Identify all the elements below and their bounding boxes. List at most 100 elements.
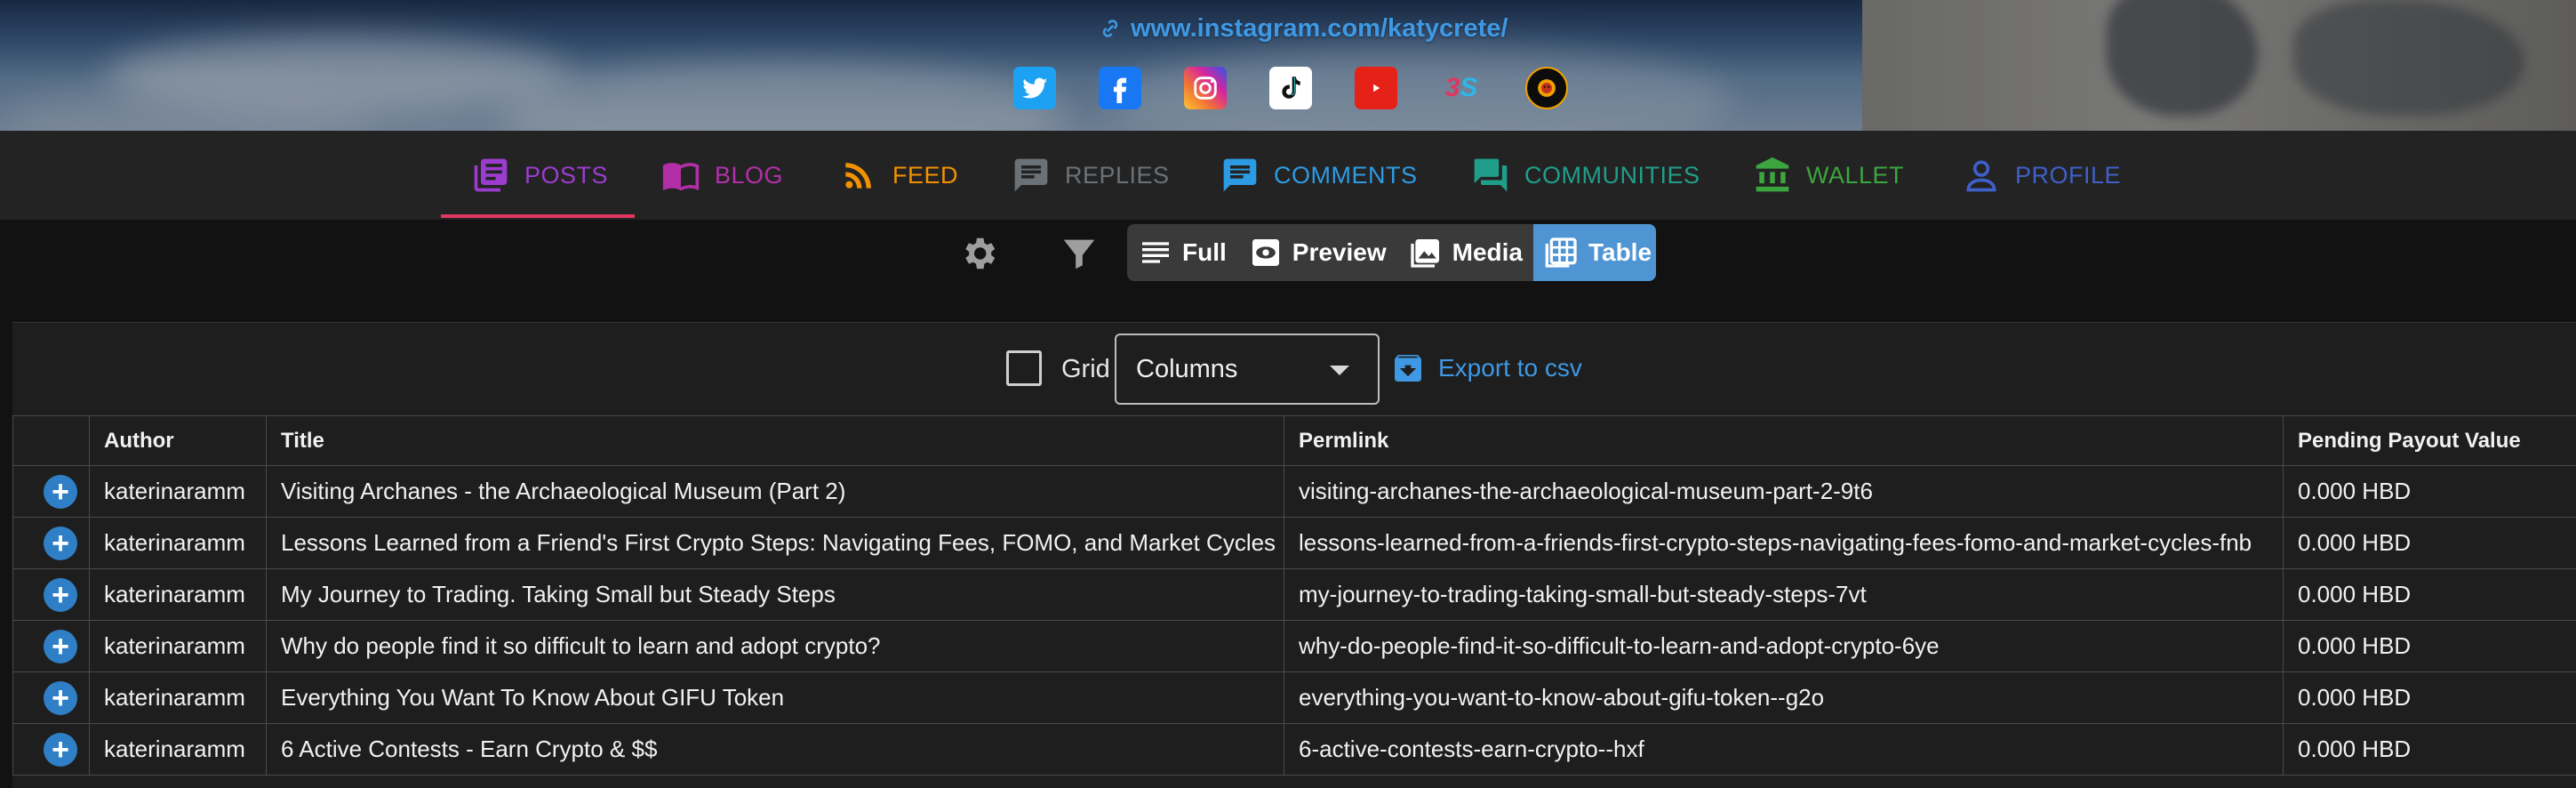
instagram-profile-link[interactable]: www.instagram.com/katycrete/ (1099, 12, 1508, 44)
table-row: + katerinaramm 6 Active Contests - Earn … (13, 724, 2576, 776)
cell-payout: 0.000 HBD (2284, 466, 2576, 518)
expand-row-button[interactable]: + (44, 527, 77, 560)
column-header-author[interactable]: Author (90, 416, 267, 466)
grid-label: Grid (1061, 355, 1110, 384)
cell-permlink: 6-active-contests-earn-crypto--hxf (1284, 724, 2284, 776)
cell-author: katerinaramm (90, 518, 267, 569)
expand-row-button[interactable]: + (44, 578, 77, 612)
cell-permlink: my-journey-to-trading-taking-small-but-s… (1284, 569, 2284, 621)
tab-profile[interactable]: PROFILE (1962, 131, 2121, 220)
cell-title: Lessons Learned from a Friend's First Cr… (267, 518, 1284, 569)
link-icon (1099, 17, 1122, 40)
view-preview-button[interactable]: Preview (1237, 224, 1397, 281)
tab-communities-label: COMMUNITIES (1524, 162, 1700, 189)
table-row: + katerinaramm My Journey to Trading. Ta… (13, 569, 2576, 621)
tiktok-icon[interactable] (1269, 67, 1312, 109)
cell-title: 6 Active Contests - Earn Crypto & $$ (267, 724, 1284, 776)
expand-row-button[interactable]: + (44, 733, 77, 767)
table-row: + katerinaramm Lessons Learned from a Fr… (13, 518, 2576, 569)
lines-icon (1138, 235, 1173, 270)
cell-payout: 0.000 HBD (2284, 672, 2576, 724)
view-full-button[interactable]: Full (1127, 224, 1237, 281)
posts-icon (471, 156, 510, 195)
book-icon (661, 156, 700, 195)
tab-feed[interactable]: FEED (839, 131, 958, 220)
cell-permlink: visiting-archanes-the-archaeological-mus… (1284, 466, 2284, 518)
tab-replies[interactable]: REPLIES (1012, 131, 1170, 220)
cell-payout: 0.000 HBD (2284, 569, 2576, 621)
tab-replies-label: REPLIES (1065, 162, 1170, 189)
view-mode-group: Full Preview Media Table (1127, 224, 1656, 281)
column-header-payout[interactable]: Pending Payout Value (2284, 416, 2576, 466)
tab-comments[interactable]: COMMENTS (1220, 131, 1418, 220)
tab-wallet-label: WALLET (1806, 162, 1904, 189)
tab-wallet[interactable]: WALLET (1753, 131, 1904, 220)
cell-author: katerinaramm (90, 569, 267, 621)
profile-banner: www.instagram.com/katycrete/ 3S (0, 0, 2576, 131)
expand-row-button[interactable]: + (44, 475, 77, 509)
cell-permlink: why-do-people-find-it-so-difficult-to-le… (1284, 621, 2284, 672)
reply-icon (1012, 156, 1051, 195)
archive-download-icon (1390, 350, 1426, 386)
table-row: + katerinaramm Why do people find it so … (13, 621, 2576, 672)
profile-nav: POSTS BLOG FEED REPLIES COMMENTS COMMUNI… (0, 131, 2576, 220)
view-preview-label: Preview (1292, 238, 1387, 267)
view-table-label: Table (1588, 238, 1652, 267)
social-links: 3S (1013, 67, 1568, 109)
tab-comments-label: COMMENTS (1274, 162, 1418, 189)
table-row: + katerinaramm Visiting Archanes - the A… (13, 466, 2576, 518)
person-icon (1962, 156, 2001, 195)
tab-profile-label: PROFILE (2015, 162, 2121, 189)
cell-title: Why do people find it so difficult to le… (267, 621, 1284, 672)
view-media-button[interactable]: Media (1397, 224, 1533, 281)
rss-icon (839, 156, 878, 195)
cell-author: katerinaramm (90, 672, 267, 724)
youtube-icon[interactable] (1355, 67, 1397, 109)
cell-title: Everything You Want To Know About GIFU T… (267, 672, 1284, 724)
cell-payout: 0.000 HBD (2284, 724, 2576, 776)
3speak-icon[interactable]: 3S (1440, 67, 1483, 109)
export-csv-label: Export to csv (1438, 354, 1582, 382)
image-icon (1408, 235, 1444, 270)
expand-column-header (13, 416, 90, 466)
chevron-down-icon (1330, 366, 1349, 375)
tab-posts-label: POSTS (524, 162, 608, 189)
gear-icon[interactable] (958, 233, 999, 274)
table-panel: Grid Columns Export to csv Author Title … (12, 322, 2576, 788)
table-row: + katerinaramm Everything You Want To Kn… (13, 672, 2576, 724)
table-toolbar: Grid Columns Export to csv (12, 323, 2576, 415)
posts-table: Author Title Permlink Pending Payout Val… (12, 415, 2576, 776)
columns-dropdown[interactable]: Columns (1115, 334, 1380, 405)
view-table-button[interactable]: Table (1533, 224, 1656, 281)
instagram-icon[interactable] (1184, 67, 1227, 109)
twitter-icon[interactable] (1013, 67, 1056, 109)
cell-permlink: everything-you-want-to-know-about-gifu-t… (1284, 672, 2284, 724)
cell-title: My Journey to Trading. Taking Small but … (267, 569, 1284, 621)
expand-row-button[interactable]: + (44, 681, 77, 715)
table-header-row: Author Title Permlink Pending Payout Val… (13, 416, 2576, 466)
bank-icon (1753, 156, 1792, 195)
cell-author: katerinaramm (90, 466, 267, 518)
column-header-title[interactable]: Title (267, 416, 1284, 466)
cell-permlink: lessons-learned-from-a-friends-first-cry… (1284, 518, 2284, 569)
columns-dropdown-label: Columns (1136, 355, 1237, 384)
filter-icon[interactable] (1059, 233, 1100, 274)
tab-posts[interactable]: POSTS (471, 131, 608, 220)
facebook-icon[interactable] (1099, 67, 1141, 109)
lion-icon[interactable] (1525, 67, 1568, 109)
cell-payout: 0.000 HBD (2284, 518, 2576, 569)
view-full-label: Full (1182, 238, 1227, 267)
export-csv-button[interactable]: Export to csv (1390, 341, 1582, 396)
cell-title: Visiting Archanes - the Archaeological M… (267, 466, 1284, 518)
column-header-permlink[interactable]: Permlink (1284, 416, 2284, 466)
cell-payout: 0.000 HBD (2284, 621, 2576, 672)
grid-checkbox[interactable] (1006, 350, 1042, 386)
view-media-label: Media (1452, 238, 1523, 267)
tab-feed-label: FEED (892, 162, 958, 189)
expand-row-button[interactable]: + (44, 630, 77, 663)
tab-blog-label: BLOG (715, 162, 783, 189)
table-icon (1544, 235, 1580, 270)
instagram-link-text: www.instagram.com/katycrete/ (1131, 14, 1508, 44)
tab-blog[interactable]: BLOG (661, 131, 783, 220)
tab-communities[interactable]: COMMUNITIES (1471, 131, 1700, 220)
